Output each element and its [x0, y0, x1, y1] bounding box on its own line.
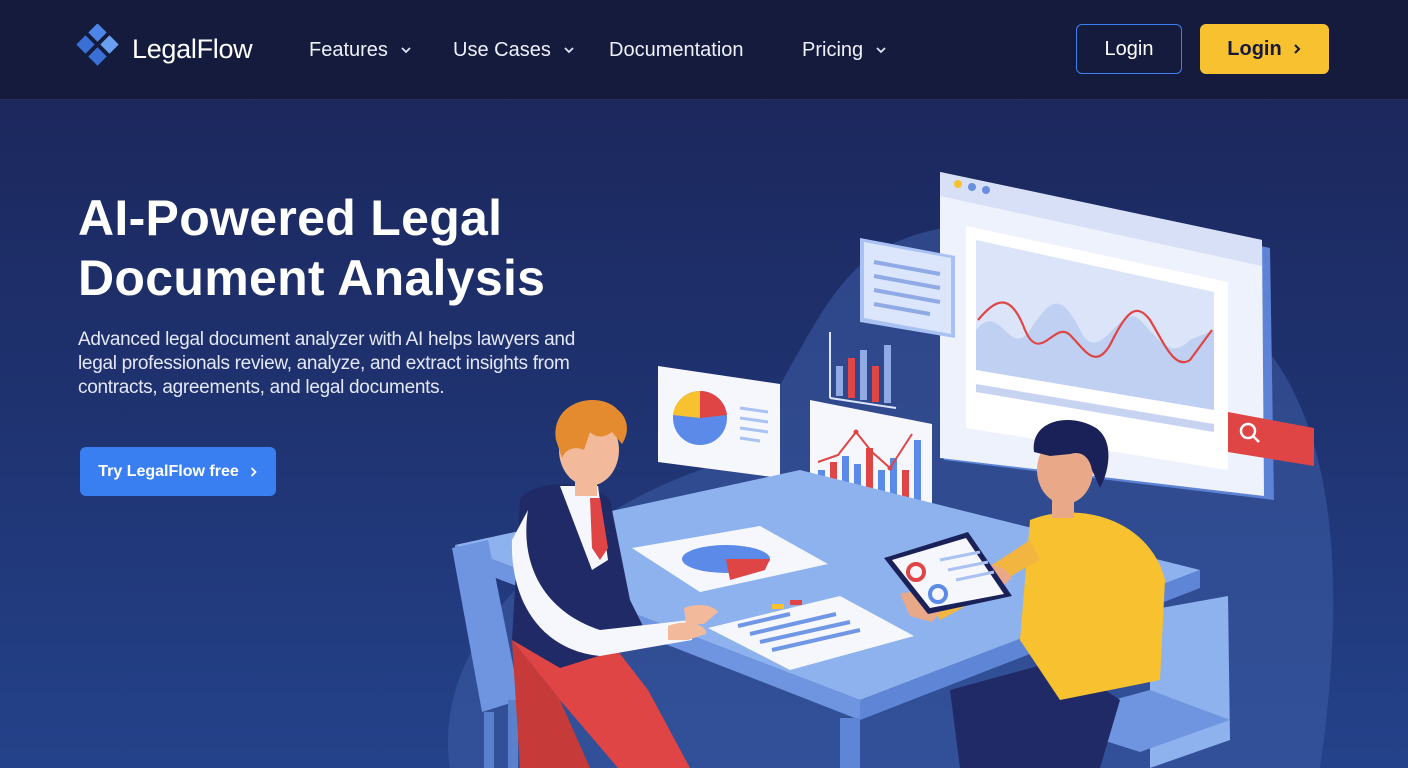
window-dot: [968, 183, 976, 191]
try-free-label: Try LegalFlow free: [98, 462, 239, 480]
hero-illustration: [448, 172, 1334, 768]
logo-diamond-icon: [76, 24, 119, 66]
window-dot: [954, 180, 962, 188]
nav-use-cases[interactable]: Use Cases: [453, 34, 575, 66]
chevron-down-icon: [564, 47, 574, 54]
nav-pricing-label: Pricing: [802, 38, 864, 61]
chevron-right-icon: [1294, 44, 1301, 54]
chevron-down-icon: [876, 47, 886, 54]
brand-logo[interactable]: LegalFlow: [74, 24, 253, 74]
nav-documentation[interactable]: Documentation: [609, 34, 744, 66]
try-free-button[interactable]: Try LegalFlow free: [80, 447, 276, 496]
nav-features[interactable]: Features: [309, 34, 412, 66]
login-primary-label: Login: [1227, 37, 1282, 60]
top-navbar: LegalFlow Features Use Cases Documentati…: [0, 0, 1408, 100]
brand-name: LegalFlow: [132, 33, 253, 64]
nav-use-cases-label: Use Cases: [453, 38, 551, 61]
nav-documentation-label: Documentation: [609, 38, 744, 61]
nav-pricing[interactable]: Pricing: [802, 34, 887, 66]
pie-chart-card: [658, 366, 780, 478]
chevron-right-icon: [250, 466, 257, 477]
login-button[interactable]: Login: [1076, 24, 1182, 74]
window-dot: [982, 186, 990, 194]
chevron-down-icon: [401, 47, 411, 54]
nav-features-label: Features: [309, 38, 388, 61]
login-primary-button[interactable]: Login: [1200, 24, 1329, 74]
